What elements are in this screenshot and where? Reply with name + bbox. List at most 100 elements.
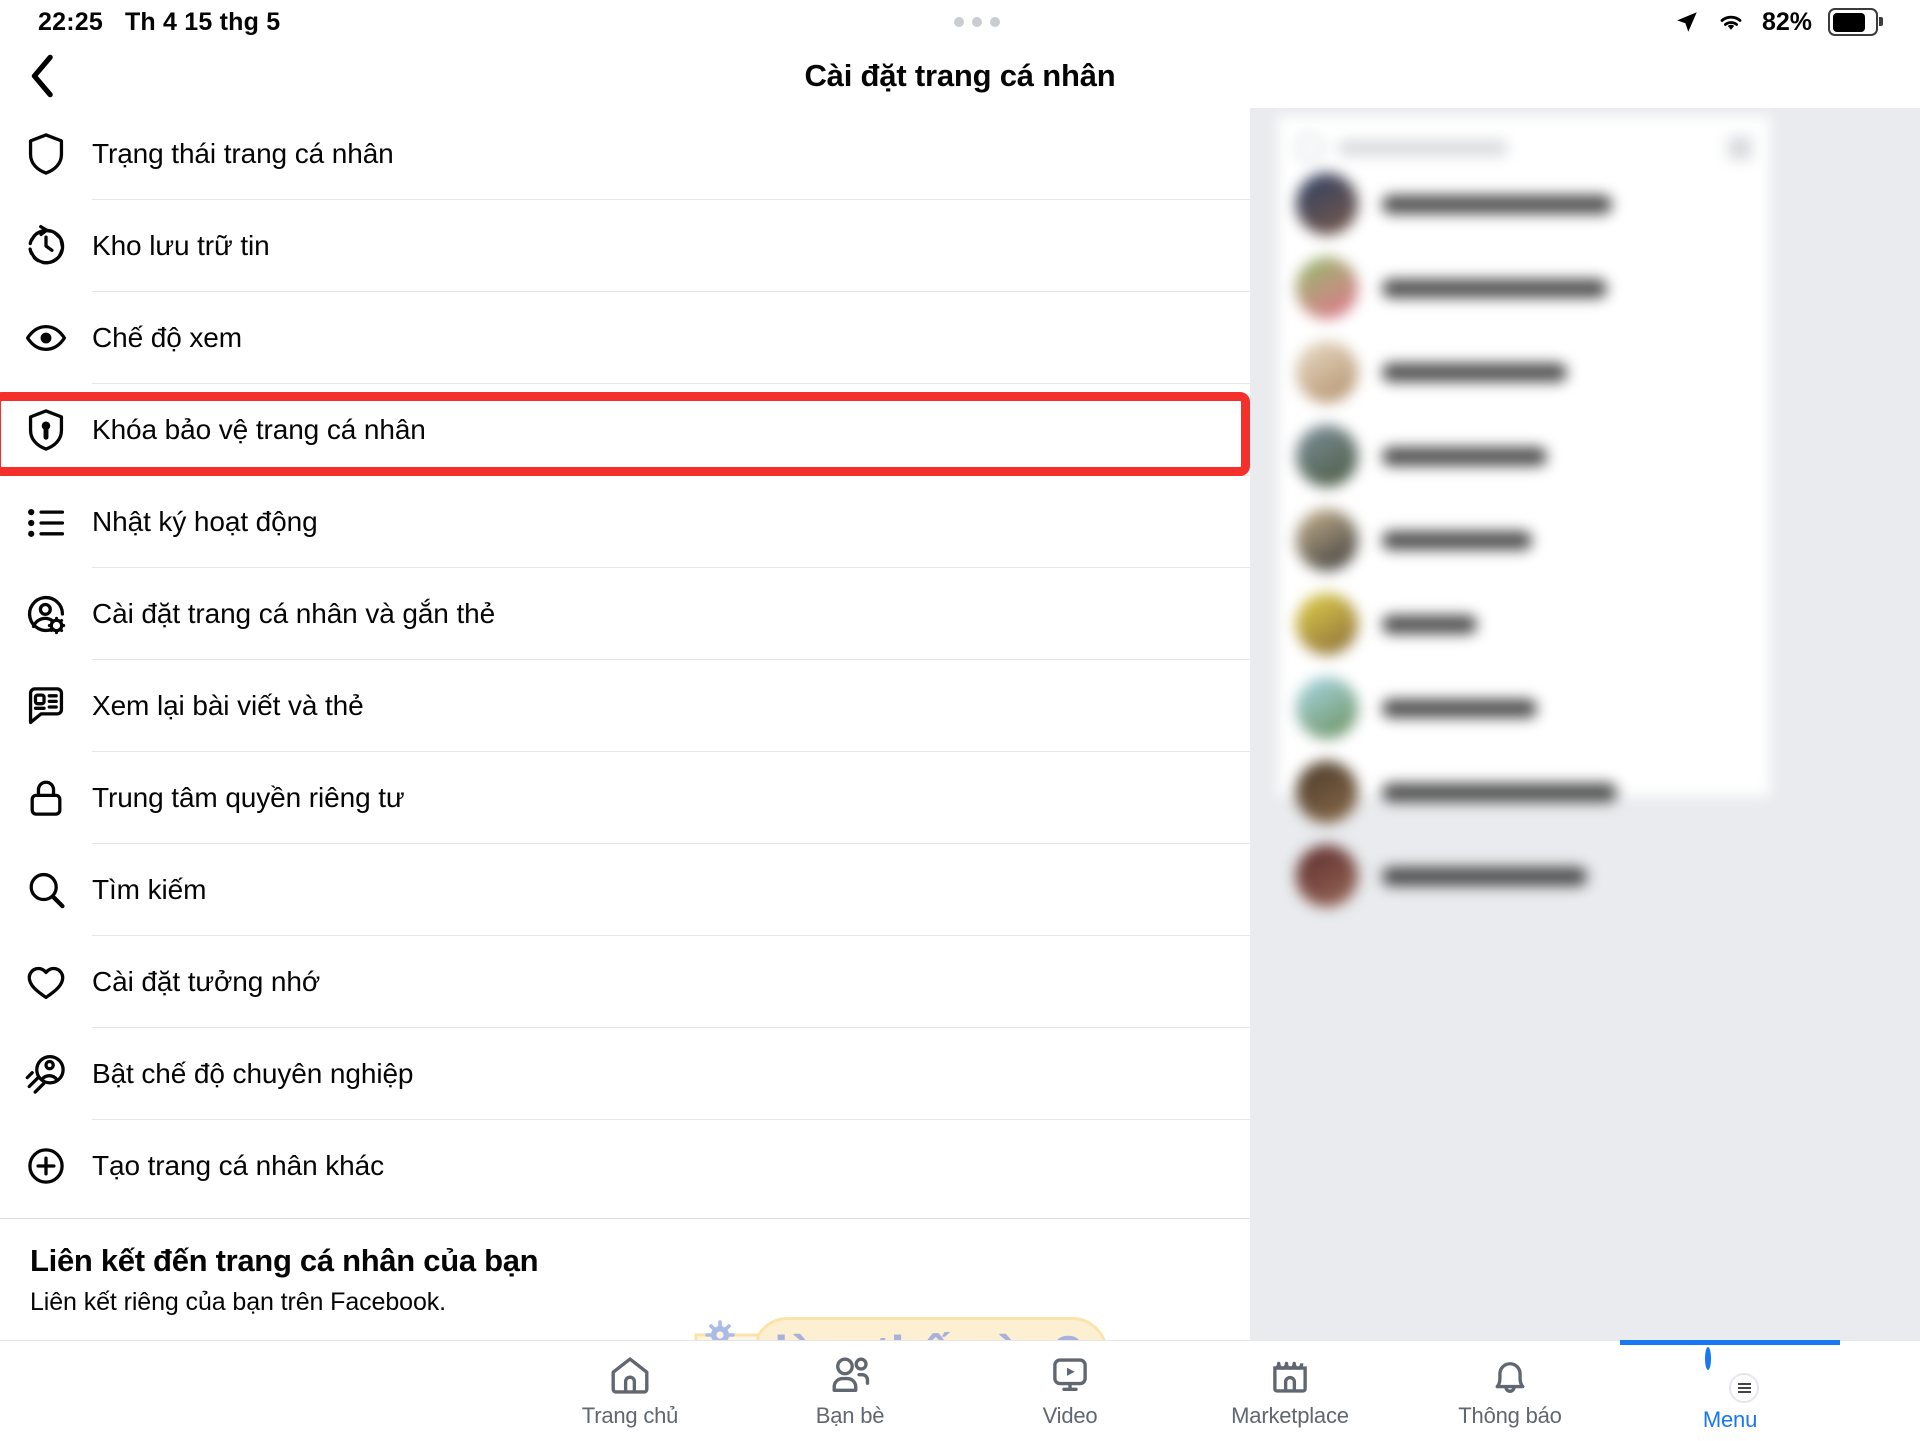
new-message-icon[interactable] [1728,136,1752,160]
status-bar-left: 22:25 Th 4 15 thg 5 [0,8,280,37]
app-header: Cài đặt trang cá nhân [0,44,1920,108]
settings-menu-item[interactable]: Trạng thái trang cá nhân [0,108,1250,200]
shield-icon [0,131,92,177]
contacts-list-item[interactable] [1278,582,1770,666]
bottom-nav-label: Trang chủ [581,1402,679,1428]
location-arrow-icon [1674,9,1700,35]
settings-menu-item-label: Kho lưu trữ tin [92,230,270,261]
settings-menu-item-label: Khóa bảo vệ trang cá nhân [92,414,426,445]
avatar [1296,341,1358,403]
video-icon [1048,1354,1092,1396]
contacts-list-item[interactable] [1278,414,1770,498]
settings-menu-item[interactable]: Tìm kiếm [0,844,1250,936]
bottom-nav-item-video[interactable]: Video [960,1341,1180,1441]
avatar [1705,1346,1711,1370]
settings-menu-item-label: Cài đặt trang cá nhân và gắn thẻ [92,598,496,629]
profile-link-section[interactable]: Liên kết đến trang cá nhân của bạn Liên … [0,1218,1250,1317]
contact-name [1382,782,1617,802]
bottom-nav-item-notifications[interactable]: Thông báo [1400,1341,1620,1441]
settings-menu-item[interactable]: Tạo trang cá nhân khác [0,1120,1250,1212]
settings-menu-item-label: Tìm kiếm [92,874,207,905]
bottom-nav: Trang chủ Bạn bè Video Marketplace Thông… [0,1340,1920,1441]
list-icon [0,499,92,545]
heart-icon [0,959,92,1005]
contact-name [1382,614,1477,634]
shield-lock-icon [0,407,92,453]
settings-menu-item-label: Chế độ xem [92,322,242,353]
contacts-list [1278,162,1770,918]
contacts-pane [1250,108,1920,1340]
settings-menu-item-label: Tạo trang cá nhân khác [92,1150,384,1181]
status-date: Th 4 15 thg 5 [124,7,281,36]
bottom-nav-item-menu[interactable]: Menu [1620,1340,1840,1441]
bottom-nav-label: Video [1042,1402,1098,1428]
contact-name [1382,698,1537,718]
contacts-search-row[interactable] [1278,116,1770,162]
avatar [1296,173,1358,235]
professional-mode-icon [0,1051,92,1097]
settings-menu-item[interactable]: Nhật ký hoạt động [0,476,1250,568]
bottom-nav-label: Bạn bè [815,1402,885,1428]
settings-menu-item-label: Cài đặt tưởng nhớ [92,966,321,997]
contacts-list-item[interactable] [1278,666,1770,750]
clock-archive-icon [0,223,92,269]
status-bar-right: 82% [1674,8,1920,37]
page-title: Cài đặt trang cá nhân [804,58,1116,93]
settings-menu-item-label: Trạng thái trang cá nhân [92,138,394,169]
contacts-list-item[interactable] [1278,246,1770,330]
settings-menu-item[interactable]: Khóa bảo vệ trang cá nhân [0,384,1250,476]
profile-link-subtitle: Liên kết riêng của bạn trên Facebook. [30,1288,447,1316]
settings-menu-item[interactable]: Bật chế độ chuyên nghiệp [0,1028,1250,1120]
page-content: Trạng thái trang cá nhân Kho lưu trữ tin C… [0,108,1920,1395]
eye-icon [0,315,92,361]
contacts-list-item[interactable] [1278,750,1770,834]
settings-menu-item[interactable]: Cài đặt trang cá nhân và gắn thẻ [0,568,1250,660]
contact-name [1382,446,1547,466]
contact-name [1382,530,1532,550]
back-button[interactable] [0,53,86,99]
avatar-menu-icon [1705,1346,1759,1403]
multitask-dots-icon[interactable] [954,17,1001,27]
avatar [1296,845,1358,907]
profile-gear-icon [0,591,92,637]
search-icon [0,867,92,913]
settings-menu-item-label: Trung tâm quyền riêng tư [92,782,405,813]
profile-link-title: Liên kết đến trang cá nhân của bạn [30,1243,539,1278]
lock-icon [0,775,92,821]
contacts-list-item[interactable] [1278,834,1770,918]
bottom-nav-item-home[interactable]: Trang chủ [520,1341,740,1441]
settings-menu-item[interactable]: Trung tâm quyền riêng tư [0,752,1250,844]
contacts-card [1278,116,1770,907]
contacts-list-item[interactable] [1278,162,1770,246]
settings-menu-item[interactable]: Cài đặt tưởng nhớ [0,936,1250,1028]
avatar [1296,593,1358,655]
status-time: 22:25 [38,7,103,36]
settings-menu-item-label: Bật chế độ chuyên nghiệp [92,1058,414,1089]
search-icon [1296,134,1324,162]
bottom-nav-label: Thông báo [1458,1402,1562,1428]
contacts-search-placeholder [1338,140,1508,156]
contact-name [1382,866,1587,886]
avatar [1296,677,1358,739]
battery-percent: 82% [1761,7,1812,36]
settings-menu-item-label: Nhật ký hoạt động [92,506,318,537]
settings-menu-item[interactable]: Chế độ xem [0,292,1250,384]
bottom-nav-item-marketplace[interactable]: Marketplace [1180,1341,1400,1441]
settings-menu-item[interactable]: Kho lưu trữ tin [0,200,1250,292]
friends-icon [828,1354,872,1396]
settings-menu: Trạng thái trang cá nhân Kho lưu trữ tin C… [0,108,1250,1212]
bell-icon [1488,1354,1532,1396]
plus-circle-icon [0,1143,92,1189]
settings-menu-item[interactable]: Xem lại bài viết và thẻ [0,660,1250,752]
avatar [1296,509,1358,571]
bottom-nav-spacer [0,1341,520,1441]
contacts-list-item[interactable] [1278,330,1770,414]
settings-list-pane: Trạng thái trang cá nhân Kho lưu trữ tin C… [0,108,1250,1340]
bottom-nav-item-friends[interactable]: Bạn bè [740,1341,960,1441]
contacts-list-item[interactable] [1278,498,1770,582]
review-post-icon [0,683,92,729]
avatar [1296,257,1358,319]
contact-name [1382,194,1612,214]
bottom-nav-label: Marketplace [1231,1402,1349,1428]
battery-icon [1828,8,1883,36]
